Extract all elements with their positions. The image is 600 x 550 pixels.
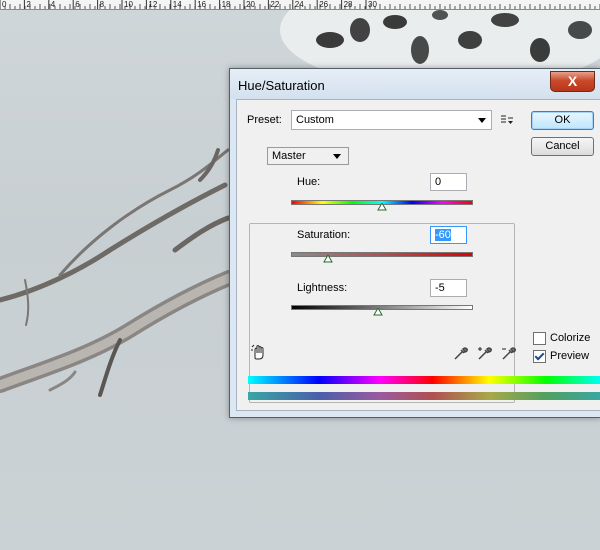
dialog-title: Hue/Saturation [238,78,325,93]
channel-dropdown[interactable]: Master [267,147,349,165]
ruler-label: 14 [173,0,182,9]
saturation-input[interactable]: -60 [430,226,467,244]
hue-label: Hue: [297,176,321,188]
ruler-label: 10 [124,0,133,9]
ruler-label: 24 [295,0,304,9]
ruler-ticks: 0 2 4 6 8 10 12 14 16 18 20 22 24 26 28 30 [0,0,600,9]
saturation-label: Saturation: [297,229,351,241]
horizontal-ruler[interactable]: 0 2 4 6 8 10 12 14 16 18 20 22 24 26 28 30 [0,0,600,10]
tree-branch-image [0,148,237,397]
chevron-down-icon [333,154,341,159]
close-button[interactable]: X [550,71,595,92]
ruler-label: 4 [51,0,56,9]
ruler-label: 28 [344,0,353,9]
hand-tool-icon[interactable] [251,344,267,360]
ruler-label: 22 [270,0,279,9]
preset-value: Custom [296,114,334,126]
ruler-label: 2 [26,0,31,9]
ok-button[interactable]: OK [531,111,594,130]
ruler-label: 6 [75,0,80,9]
cancel-button[interactable]: Cancel [531,137,594,156]
ruler-label: 16 [197,0,206,9]
ruler-label: 20 [246,0,255,9]
ruler-label: 26 [319,0,328,9]
eyedropper-minus-icon[interactable] [501,345,517,361]
saturation-slider-track[interactable] [291,252,473,257]
saturation-value-selected: -60 [435,229,451,241]
dialog-titlebar[interactable]: Hue/Saturation X [230,69,600,99]
lightness-label: Lightness: [297,282,348,294]
hue-input[interactable]: 0 [430,173,467,191]
dialog-client-area: Preset: Custom OK Cancel Master Hue: 0 S… [236,99,600,411]
preview-label: Preview [550,350,590,362]
preset-options-icon[interactable] [500,114,514,126]
colorize-label: Colorize [550,332,591,344]
hue-saturation-dialog: Hue/Saturation X Preset: Custom OK Cance… [229,68,600,418]
ruler-label: 12 [148,0,157,9]
colorize-checkbox[interactable] [533,332,546,345]
ruler-label: 0 [2,0,7,9]
preset-dropdown[interactable]: Custom [291,110,492,130]
ruler-label: 18 [222,0,231,9]
input-spectrum-bar [248,376,600,384]
lightness-input[interactable]: -5 [430,279,467,297]
eyedropper-icon[interactable] [453,345,469,361]
preset-label: Preset: [247,114,282,126]
preview-checkbox[interactable] [533,350,546,363]
channel-value: Master [272,150,306,162]
ruler-label: 8 [100,0,105,9]
eyedropper-plus-icon[interactable] [477,345,493,361]
output-spectrum-bar [248,392,600,400]
chevron-down-icon [478,118,486,123]
ruler-label: 30 [368,0,377,9]
